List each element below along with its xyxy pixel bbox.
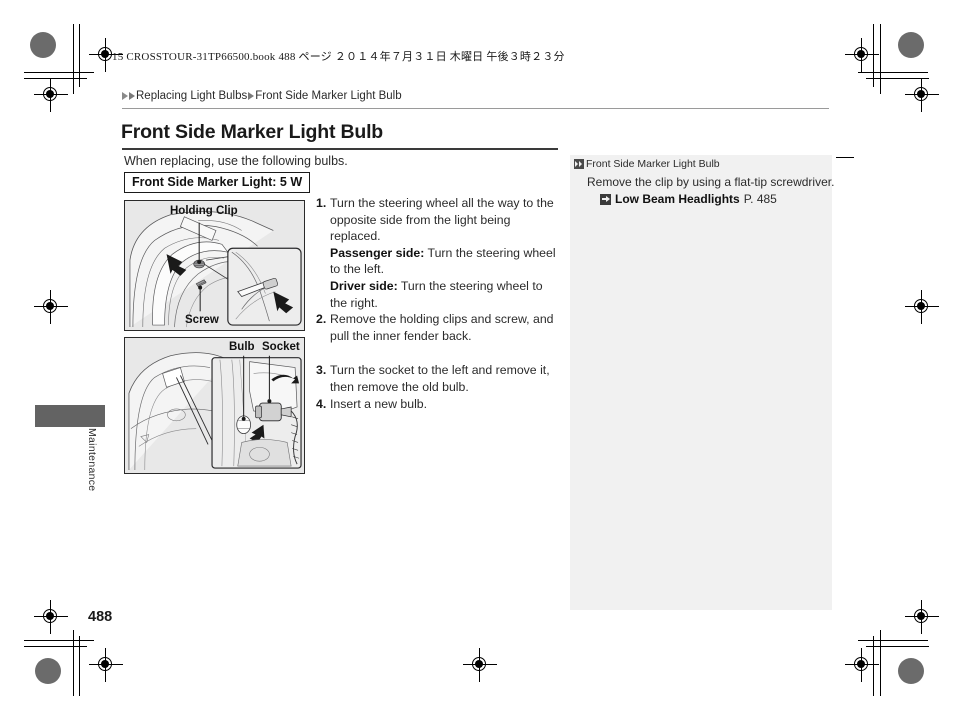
registration-dot-bottom-right [898, 658, 924, 684]
page-title: Front Side Marker Light Bulb [121, 121, 383, 143]
crop-line-bottom-right-d [873, 636, 874, 696]
registration-dot-bottom-left [35, 658, 61, 684]
registration-dot-top-right [898, 32, 924, 58]
inset-detail-box [227, 247, 302, 326]
crop-line-bottom-right-b [866, 646, 929, 647]
step-3: 3. Turn the socket to the left and remov… [316, 362, 561, 395]
spec-box-bulb-rating: Front Side Marker Light: 5 W [124, 172, 311, 194]
crop-line-top-right-c [880, 24, 881, 94]
registration-crosshair-bottom-center [463, 648, 497, 682]
crop-line-top-right-a [858, 72, 928, 73]
illustration-2-label-socket: Socket [262, 341, 300, 353]
registration-dot-top-left [30, 32, 56, 58]
illustration-2-label-bulb: Bulb [229, 341, 255, 353]
crop-line-top-right-b [866, 78, 929, 79]
breadcrumb-item-front-side-marker-light-bulb[interactable]: Front Side Marker Light Bulb [255, 90, 401, 102]
illustration-bulb-socket-detail: Bulb Socket [124, 337, 305, 474]
step-3-body: Turn the socket to the left and remove i… [330, 363, 550, 394]
crop-line-top-left-b [24, 78, 87, 79]
inset-socket-box [211, 357, 302, 469]
manual-page: 15 CROSSTOUR-31TP66500.book 488 ページ ２０１４… [0, 0, 954, 718]
triangle-right-icon-2 [129, 92, 135, 100]
crop-line-bottom-left-d [79, 636, 80, 696]
illustration-1-drawing [125, 201, 304, 330]
info-panel-body: Remove the clip by using a flat-tip scre… [587, 175, 835, 189]
crop-line-bottom-right-c [880, 630, 881, 696]
breadcrumb-item-replacing-light-bulbs[interactable]: Replacing Light Bulbs [136, 90, 247, 102]
step-1-body: Turn the steering wheel all the way to t… [330, 195, 561, 311]
crop-line-top-left-c [73, 24, 74, 94]
registration-crosshair-right-upper [905, 78, 939, 112]
step-4: 4. Insert a new bulb. [316, 396, 561, 413]
cross-reference-page: P. 485 [743, 192, 777, 206]
info-panel-heading: Front Side Marker Light Bulb [586, 158, 720, 170]
step-2: 2. Remove the holding clips and screw, a… [316, 311, 561, 344]
procedure-steps: 1. Turn the steering wheel all the way t… [316, 195, 561, 412]
crop-line-top-left-d [79, 24, 80, 87]
cross-reference-label: Low Beam Headlights [615, 192, 740, 206]
steps-spacer [316, 344, 561, 362]
side-info-panel: Front Side Marker Light Bulb Remove the … [570, 155, 835, 610]
crop-line-bottom-right-a [858, 640, 928, 641]
registration-crosshair-top-left [34, 78, 68, 112]
illustration-1-label-holding-clip: Holding Clip [170, 205, 238, 217]
step-1-line-1: Turn the steering wheel all the way to t… [330, 196, 554, 244]
step-3-number: 3. [316, 363, 327, 378]
step-1-lead-passenger: Passenger side: [330, 245, 425, 260]
step-1-number: 1. [316, 196, 327, 210]
triangle-right-icon-1 [122, 92, 128, 100]
crop-line-right-edge [836, 157, 854, 158]
triangle-right-icon-3 [248, 92, 255, 100]
step-2-body: Remove the holding clips and screw, and … [330, 312, 554, 343]
crop-line-bottom-left-c [73, 630, 74, 696]
print-slug-line: 15 CROSSTOUR-31TP66500.book 488 ページ ２０１４… [112, 51, 565, 63]
crop-line-bottom-left-a [24, 640, 94, 641]
registration-crosshair-right-middle [905, 290, 939, 324]
page-number: 488 [88, 609, 113, 625]
step-1: 1. Turn the steering wheel all the way t… [316, 195, 561, 311]
illustration-fender-liner-clip-screw: Holding Clip Screw [124, 200, 305, 331]
section-tab-label: Maintenance [86, 428, 98, 492]
step-4-body: Insert a new bulb. [330, 396, 428, 411]
breadcrumb: Replacing Light Bulbs Front Side Marker … [122, 90, 403, 102]
crop-line-top-right-d [873, 24, 874, 87]
registration-crosshair-right-lower [905, 600, 939, 634]
arrow-right-box-icon [600, 193, 611, 205]
illustration-1-label-screw: Screw [185, 314, 219, 326]
section-tab-marker [35, 405, 105, 427]
step-4-number: 4. [316, 396, 327, 411]
header-divider [122, 108, 829, 109]
registration-crosshair-left-middle [34, 290, 68, 324]
crop-line-top-left-a [24, 72, 94, 73]
intro-text: When replacing, use the following bulbs. [124, 154, 348, 168]
registration-crosshair-bottom-center-left [89, 648, 123, 682]
illustration-2-drawing [125, 338, 304, 473]
registration-crosshair-bottom-left [34, 600, 68, 634]
step-2-number: 2. [316, 312, 327, 327]
step-1-lead-driver: Driver side: [330, 278, 398, 293]
info-panel-heading-row: Front Side Marker Light Bulb [574, 158, 720, 170]
crop-line-bottom-left-b [24, 646, 87, 647]
title-underline [122, 148, 558, 150]
double-chevron-right-icon [574, 159, 584, 169]
info-panel-cross-reference[interactable]: Low Beam Headlights P. 485 [600, 192, 777, 206]
